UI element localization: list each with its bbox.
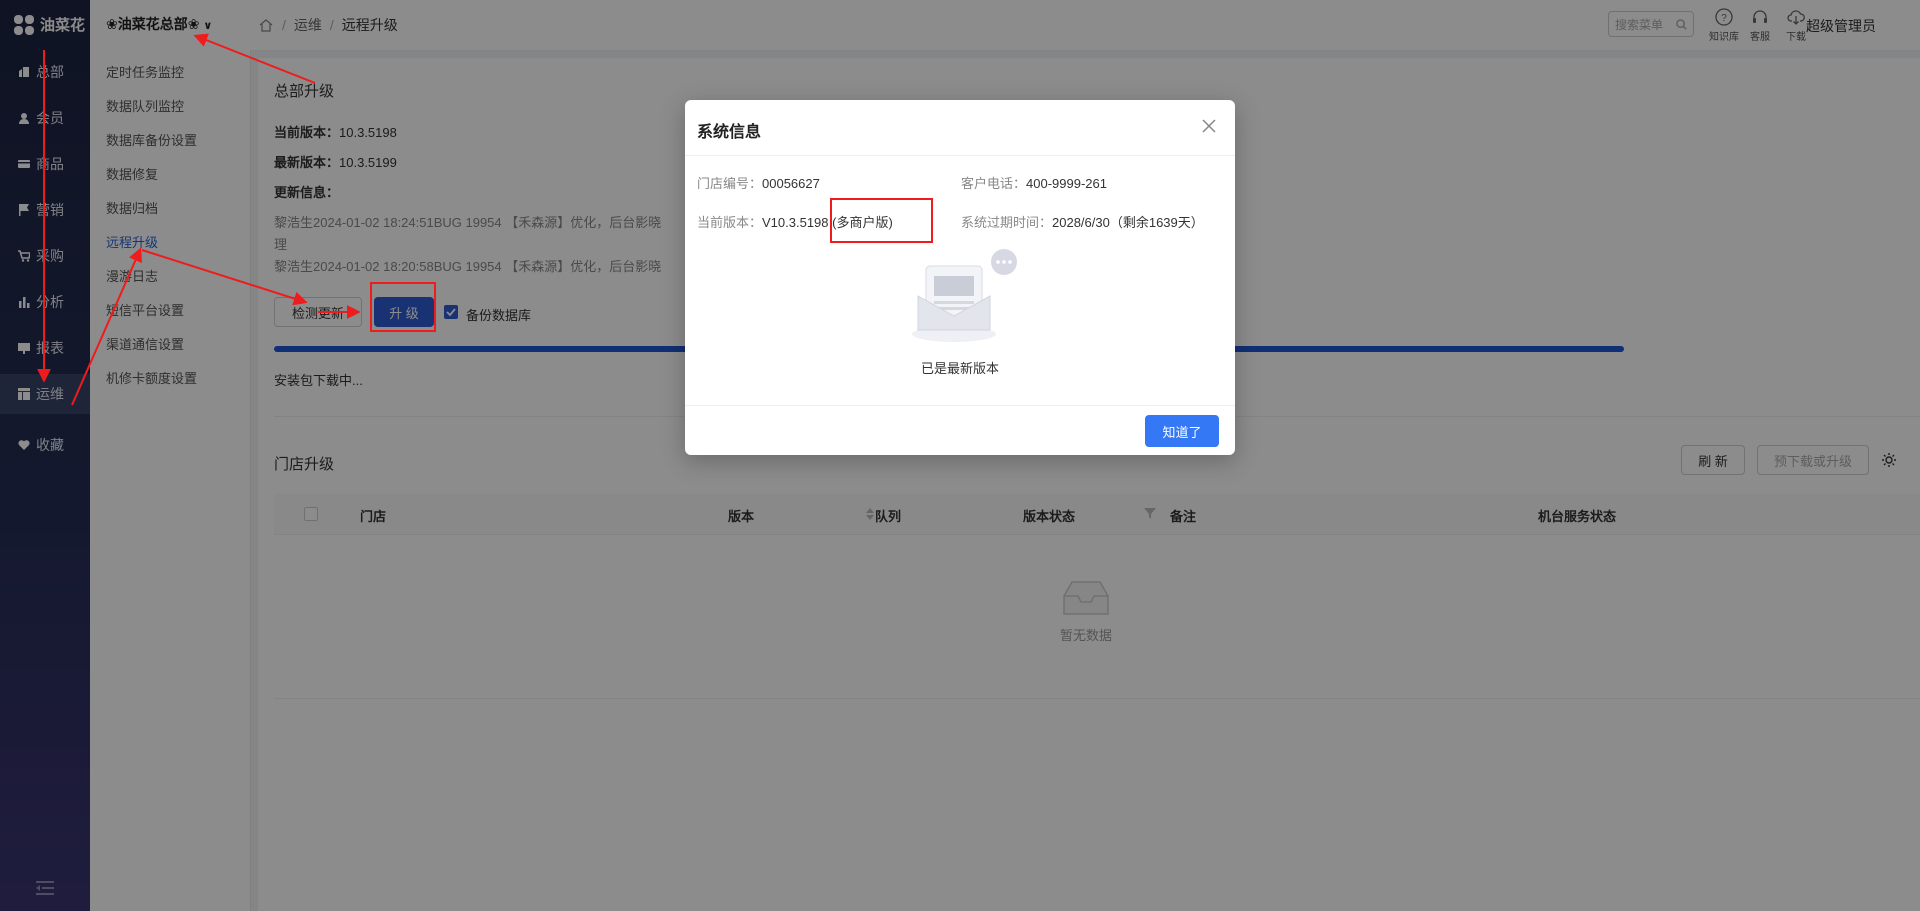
dialog-title: 系统信息: [697, 124, 762, 141]
dialog-divider: [685, 155, 1235, 156]
expire-row: 系统过期时间：2028/6/30（剩余1639天）: [961, 212, 1204, 231]
close-icon[interactable]: [1201, 118, 1217, 134]
version-value: V10.3.5198: [762, 215, 829, 230]
store-number-label: 门店编号：: [697, 176, 763, 191]
acknowledge-button[interactable]: 知道了: [1145, 415, 1219, 447]
annotation-box-upgrade: [370, 282, 436, 332]
envelope-illustration-icon: [912, 249, 1017, 342]
version-label: 当前版本：: [697, 215, 763, 230]
up-to-date-status: 已是最新版本: [920, 361, 999, 376]
phone-label: 客户电话：: [961, 176, 1027, 191]
expire-value: 2028/6/30（剩余1639天）: [1052, 215, 1204, 230]
system-info-dialog: 系统信息 门店编号：00056627 客户电话：400-9999-261 当前版…: [685, 100, 1235, 455]
store-number-row: 门店编号：00056627: [697, 173, 820, 192]
phone-row: 客户电话：400-9999-261: [961, 173, 1107, 192]
store-number-value: 00056627: [762, 176, 820, 191]
dialog-footer-divider: [685, 405, 1235, 406]
expire-label: 系统过期时间：: [961, 215, 1053, 230]
annotation-box-edition: [830, 198, 933, 243]
phone-value: 400-9999-261: [1026, 176, 1107, 191]
